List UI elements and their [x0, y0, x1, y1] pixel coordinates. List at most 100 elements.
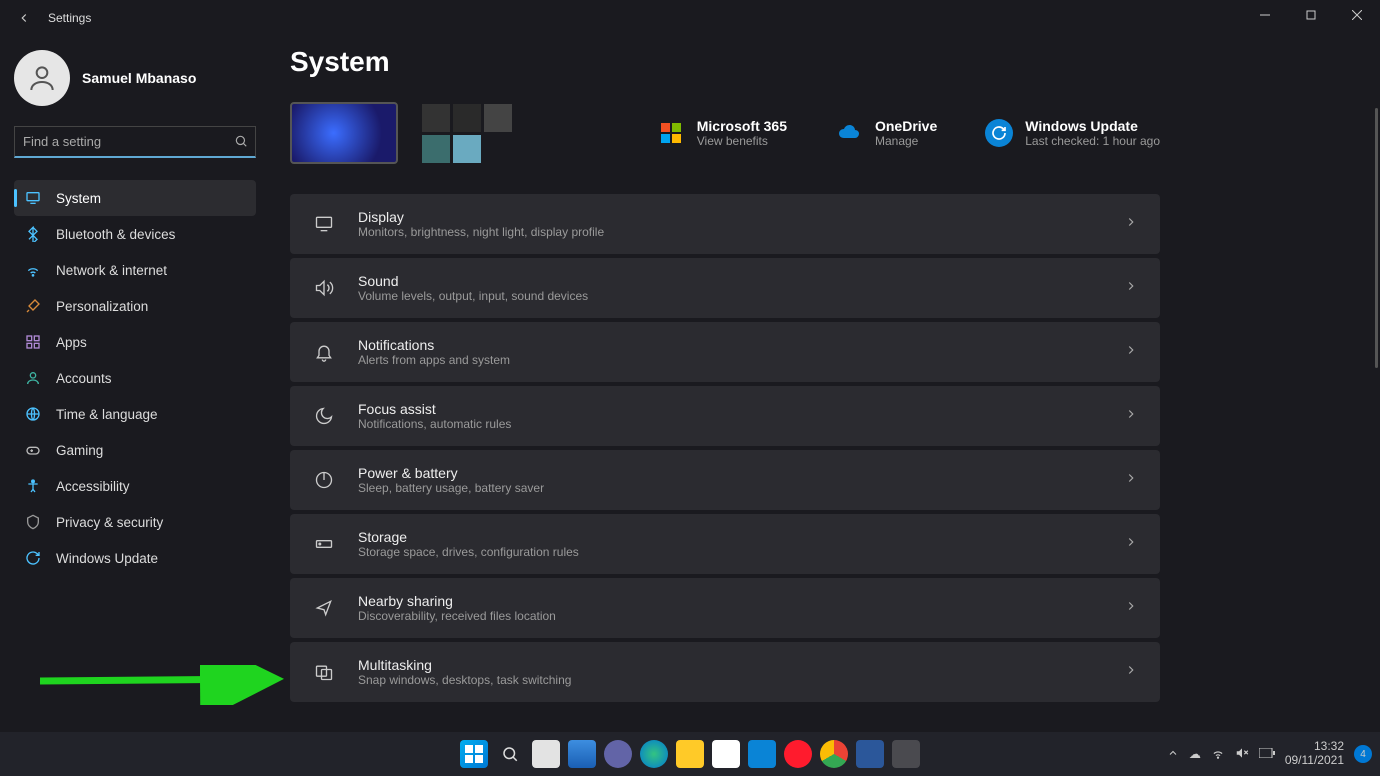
edge-icon[interactable] [640, 740, 668, 768]
sidebar-item-system[interactable]: System [14, 180, 256, 216]
minimize-button[interactable] [1242, 0, 1288, 30]
row-sub: Volume levels, output, input, sound devi… [358, 289, 588, 303]
sidebar-item-privacy-security[interactable]: Privacy & security [14, 504, 256, 540]
multitask-icon [312, 662, 336, 682]
display-icon [312, 214, 336, 234]
tray-onedrive-icon[interactable]: ☁ [1189, 747, 1201, 761]
settings-row-focus-assist[interactable]: Focus assistNotifications, automatic rul… [290, 386, 1160, 446]
tray-time: 13:32 [1285, 740, 1344, 754]
row-title: Nearby sharing [358, 593, 556, 609]
chevron-right-icon [1124, 599, 1138, 618]
onedrive-title: OneDrive [875, 118, 937, 134]
notification-badge[interactable]: 4 [1354, 745, 1372, 763]
tray-wifi-icon[interactable] [1211, 746, 1225, 763]
sidebar-item-label: Gaming [56, 443, 103, 458]
tray-clock[interactable]: 13:32 09/11/2021 [1285, 740, 1344, 768]
chrome-icon[interactable] [820, 740, 848, 768]
mail-icon[interactable] [748, 740, 776, 768]
sidebar-item-label: Accessibility [56, 479, 130, 494]
sidebar-item-accessibility[interactable]: Accessibility [14, 468, 256, 504]
row-sub: Discoverability, received files location [358, 609, 556, 623]
row-title: Notifications [358, 337, 510, 353]
refresh-icon [24, 549, 42, 567]
sidebar-item-label: Time & language [56, 407, 158, 422]
scrollbar[interactable] [1375, 108, 1378, 368]
sidebar-item-time-language[interactable]: Time & language [14, 396, 256, 432]
tray-chevron-icon[interactable] [1167, 747, 1179, 762]
chevron-right-icon [1124, 407, 1138, 426]
settings-row-nearby-sharing[interactable]: Nearby sharingDiscoverability, received … [290, 578, 1160, 638]
chevron-right-icon [1124, 215, 1138, 234]
start-button[interactable] [460, 740, 488, 768]
tray-date: 09/11/2021 [1285, 754, 1344, 768]
bell-icon [312, 342, 336, 362]
sidebar-item-accounts[interactable]: Accounts [14, 360, 256, 396]
search-icon [234, 134, 248, 153]
settings-taskbar-icon[interactable] [892, 740, 920, 768]
update-title: Windows Update [1025, 118, 1160, 134]
sidebar-item-label: Privacy & security [56, 515, 163, 530]
settings-row-power-battery[interactable]: Power & batterySleep, battery usage, bat… [290, 450, 1160, 510]
sidebar-item-bluetooth-devices[interactable]: Bluetooth & devices [14, 216, 256, 252]
sidebar-item-label: Apps [56, 335, 87, 350]
share-icon [312, 598, 336, 618]
task-view-icon[interactable] [532, 740, 560, 768]
bluetooth-icon [24, 225, 42, 243]
display-preview-thumbnail[interactable] [290, 102, 398, 164]
sidebar-item-label: Bluetooth & devices [56, 227, 175, 242]
settings-row-multitasking[interactable]: MultitaskingSnap windows, desktops, task… [290, 642, 1160, 702]
chevron-right-icon [1124, 471, 1138, 490]
user-profile[interactable]: Samuel Mbanaso [14, 50, 256, 106]
username-label: Samuel Mbanaso [82, 70, 196, 86]
store-icon[interactable] [712, 740, 740, 768]
sound-icon [312, 278, 336, 298]
close-button[interactable] [1334, 0, 1380, 30]
row-sub: Storage space, drives, configuration rul… [358, 545, 579, 559]
word-icon[interactable] [856, 740, 884, 768]
maximize-button[interactable] [1288, 0, 1334, 30]
sidebar-item-network-internet[interactable]: Network & internet [14, 252, 256, 288]
widgets-icon[interactable] [568, 740, 596, 768]
row-sub: Monitors, brightness, night light, displ… [358, 225, 604, 239]
apps-icon [24, 333, 42, 351]
settings-row-sound[interactable]: SoundVolume levels, output, input, sound… [290, 258, 1160, 318]
file-explorer-icon[interactable] [676, 740, 704, 768]
chevron-right-icon [1124, 343, 1138, 362]
shield-icon [24, 513, 42, 531]
onedrive-link[interactable]: OneDriveManage [835, 118, 937, 148]
page-title: System [290, 46, 1160, 78]
sidebar-item-windows-update[interactable]: Windows Update [14, 540, 256, 576]
taskbar-search-icon[interactable] [496, 740, 524, 768]
person-icon [24, 369, 42, 387]
search-input[interactable] [14, 126, 256, 158]
chevron-right-icon [1124, 279, 1138, 298]
gamepad-icon [24, 441, 42, 459]
back-button[interactable] [8, 2, 40, 34]
settings-row-display[interactable]: DisplayMonitors, brightness, night light… [290, 194, 1160, 254]
brush-icon [24, 297, 42, 315]
settings-row-notifications[interactable]: NotificationsAlerts from apps and system [290, 322, 1160, 382]
tray-battery-icon[interactable] [1259, 747, 1275, 761]
wifi-icon [24, 261, 42, 279]
chat-icon[interactable] [604, 740, 632, 768]
accessibility-icon [24, 477, 42, 495]
sidebar-item-label: Personalization [56, 299, 148, 314]
row-sub: Alerts from apps and system [358, 353, 510, 367]
ms365-sub: View benefits [697, 134, 787, 148]
sidebar-item-label: System [56, 191, 101, 206]
update-sub: Last checked: 1 hour ago [1025, 134, 1160, 148]
chevron-right-icon [1124, 535, 1138, 554]
onedrive-sub: Manage [875, 134, 937, 148]
theme-palette[interactable] [422, 104, 512, 163]
avatar-icon [14, 50, 70, 106]
settings-row-storage[interactable]: StorageStorage space, drives, configurat… [290, 514, 1160, 574]
windows-update-link[interactable]: Windows UpdateLast checked: 1 hour ago [985, 118, 1160, 148]
sidebar-item-personalization[interactable]: Personalization [14, 288, 256, 324]
sidebar-item-label: Network & internet [56, 263, 167, 278]
sidebar-item-gaming[interactable]: Gaming [14, 432, 256, 468]
sidebar-item-apps[interactable]: Apps [14, 324, 256, 360]
tray-volume-icon[interactable] [1235, 746, 1249, 763]
microsoft-365-link[interactable]: Microsoft 365View benefits [657, 118, 787, 148]
opera-icon[interactable] [784, 740, 812, 768]
row-title: Display [358, 209, 604, 225]
